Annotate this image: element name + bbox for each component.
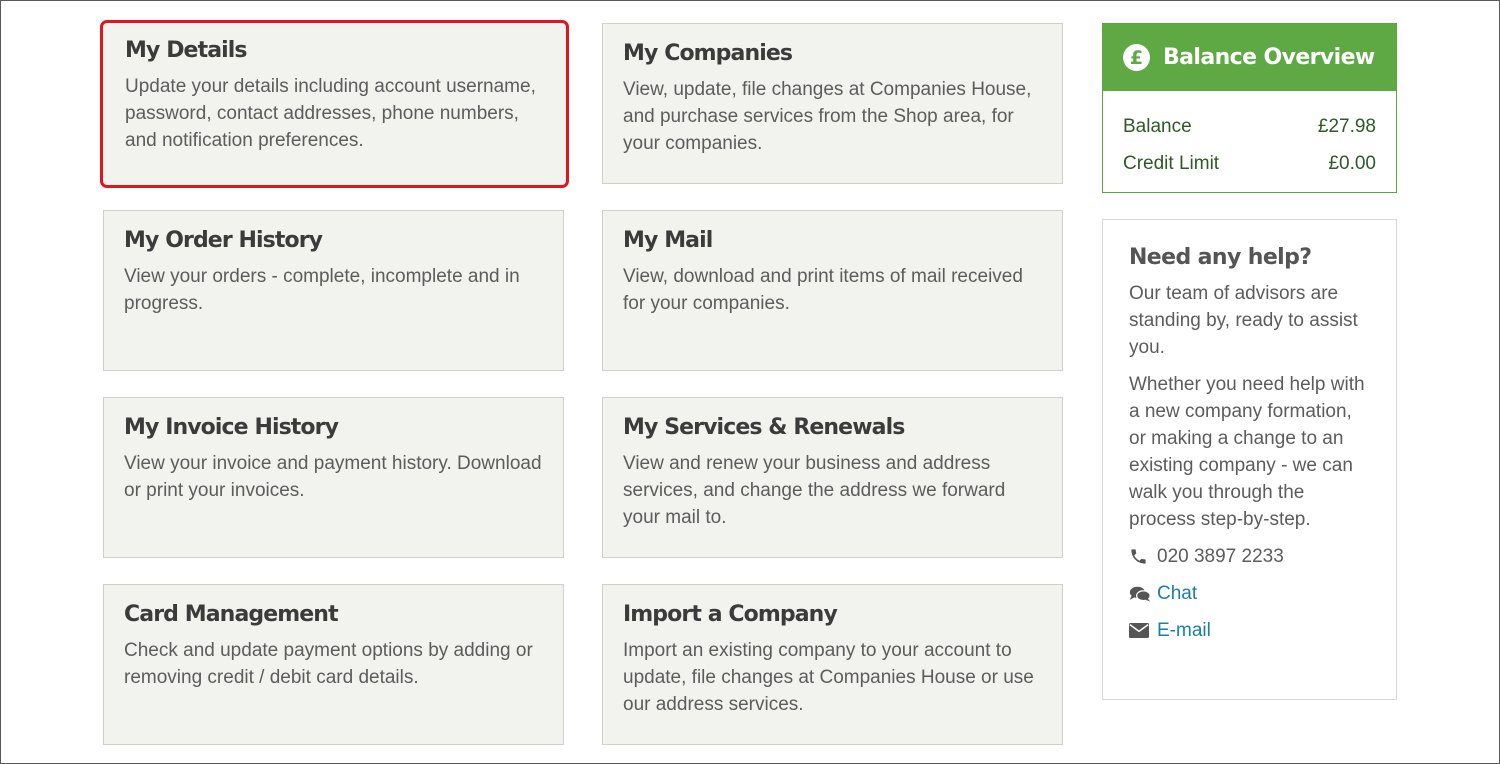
help-detail-text: Whether you need help with a new company…: [1129, 374, 1365, 530]
chat-link-label[interactable]: Chat: [1157, 580, 1197, 607]
help-panel: Need any help? Our team of advisors are …: [1102, 219, 1397, 700]
card-title: Import a Company: [623, 602, 838, 627]
card-description: Import an existing company to your accou…: [623, 640, 1034, 715]
balance-label: Balance: [1123, 116, 1192, 137]
card-title: Card Management: [124, 602, 339, 627]
card-description: View your invoice and payment history. D…: [124, 453, 542, 501]
card-my-services-renewals[interactable]: My Services & Renewals View and renew yo…: [602, 397, 1063, 558]
card-description: View, update, file changes at Companies …: [623, 79, 1032, 154]
card-my-mail[interactable]: My Mail View, download and print items o…: [602, 210, 1063, 371]
card-description: View and renew your business and address…: [623, 453, 1006, 528]
credit-limit-row: Credit Limit £0.00: [1123, 145, 1376, 182]
card-title: My Services & Renewals: [623, 415, 905, 440]
card-description: Update your details including account us…: [125, 76, 536, 151]
help-title: Need any help?: [1129, 245, 1312, 270]
card-title: My Mail: [623, 228, 713, 253]
envelope-icon: [1129, 623, 1151, 638]
email-link[interactable]: E-mail: [1129, 617, 1370, 644]
pound-circle-icon: £: [1123, 44, 1150, 71]
card-import-a-company[interactable]: Import a Company Import an existing comp…: [602, 584, 1063, 745]
balance-row: Balance £27.98: [1123, 108, 1376, 145]
phone-number: 020 3897 2233: [1157, 546, 1284, 567]
credit-limit-label: Credit Limit: [1123, 153, 1220, 174]
card-my-details[interactable]: My Details Update your details including…: [100, 20, 569, 188]
card-title: My Invoice History: [124, 415, 339, 440]
email-link-label[interactable]: E-mail: [1157, 617, 1211, 644]
balance-overview-body: Balance £27.98 Credit Limit £0.00: [1103, 91, 1396, 182]
balance-value: £27.98: [1317, 116, 1376, 137]
chat-link[interactable]: Chat: [1129, 580, 1370, 607]
card-description: View your orders - complete, incomplete …: [124, 266, 520, 314]
card-title: My Details: [125, 38, 248, 63]
card-description: View, download and print items of mail r…: [623, 266, 1023, 314]
card-my-invoice-history[interactable]: My Invoice History View your invoice and…: [103, 397, 564, 558]
balance-overview-title: Balance Overview: [1163, 45, 1375, 70]
help-intro-text: Our team of advisors are standing by, re…: [1129, 283, 1358, 358]
balance-overview-header: £ Balance Overview: [1103, 24, 1396, 91]
credit-limit-value: £0.00: [1328, 153, 1376, 174]
card-my-order-history[interactable]: My Order History View your orders - comp…: [103, 210, 564, 371]
phone-contact: 020 3897 2233: [1129, 543, 1370, 570]
card-title: My Companies: [623, 41, 793, 66]
card-description: Check and update payment options by addi…: [124, 640, 533, 688]
phone-icon: [1129, 547, 1151, 566]
card-my-companies[interactable]: My Companies View, update, file changes …: [602, 23, 1063, 184]
card-title: My Order History: [124, 228, 323, 253]
card-card-management[interactable]: Card Management Check and update payment…: [103, 584, 564, 745]
chat-icon: [1129, 585, 1151, 603]
balance-overview-panel: £ Balance Overview Balance £27.98 Credit…: [1102, 23, 1397, 193]
